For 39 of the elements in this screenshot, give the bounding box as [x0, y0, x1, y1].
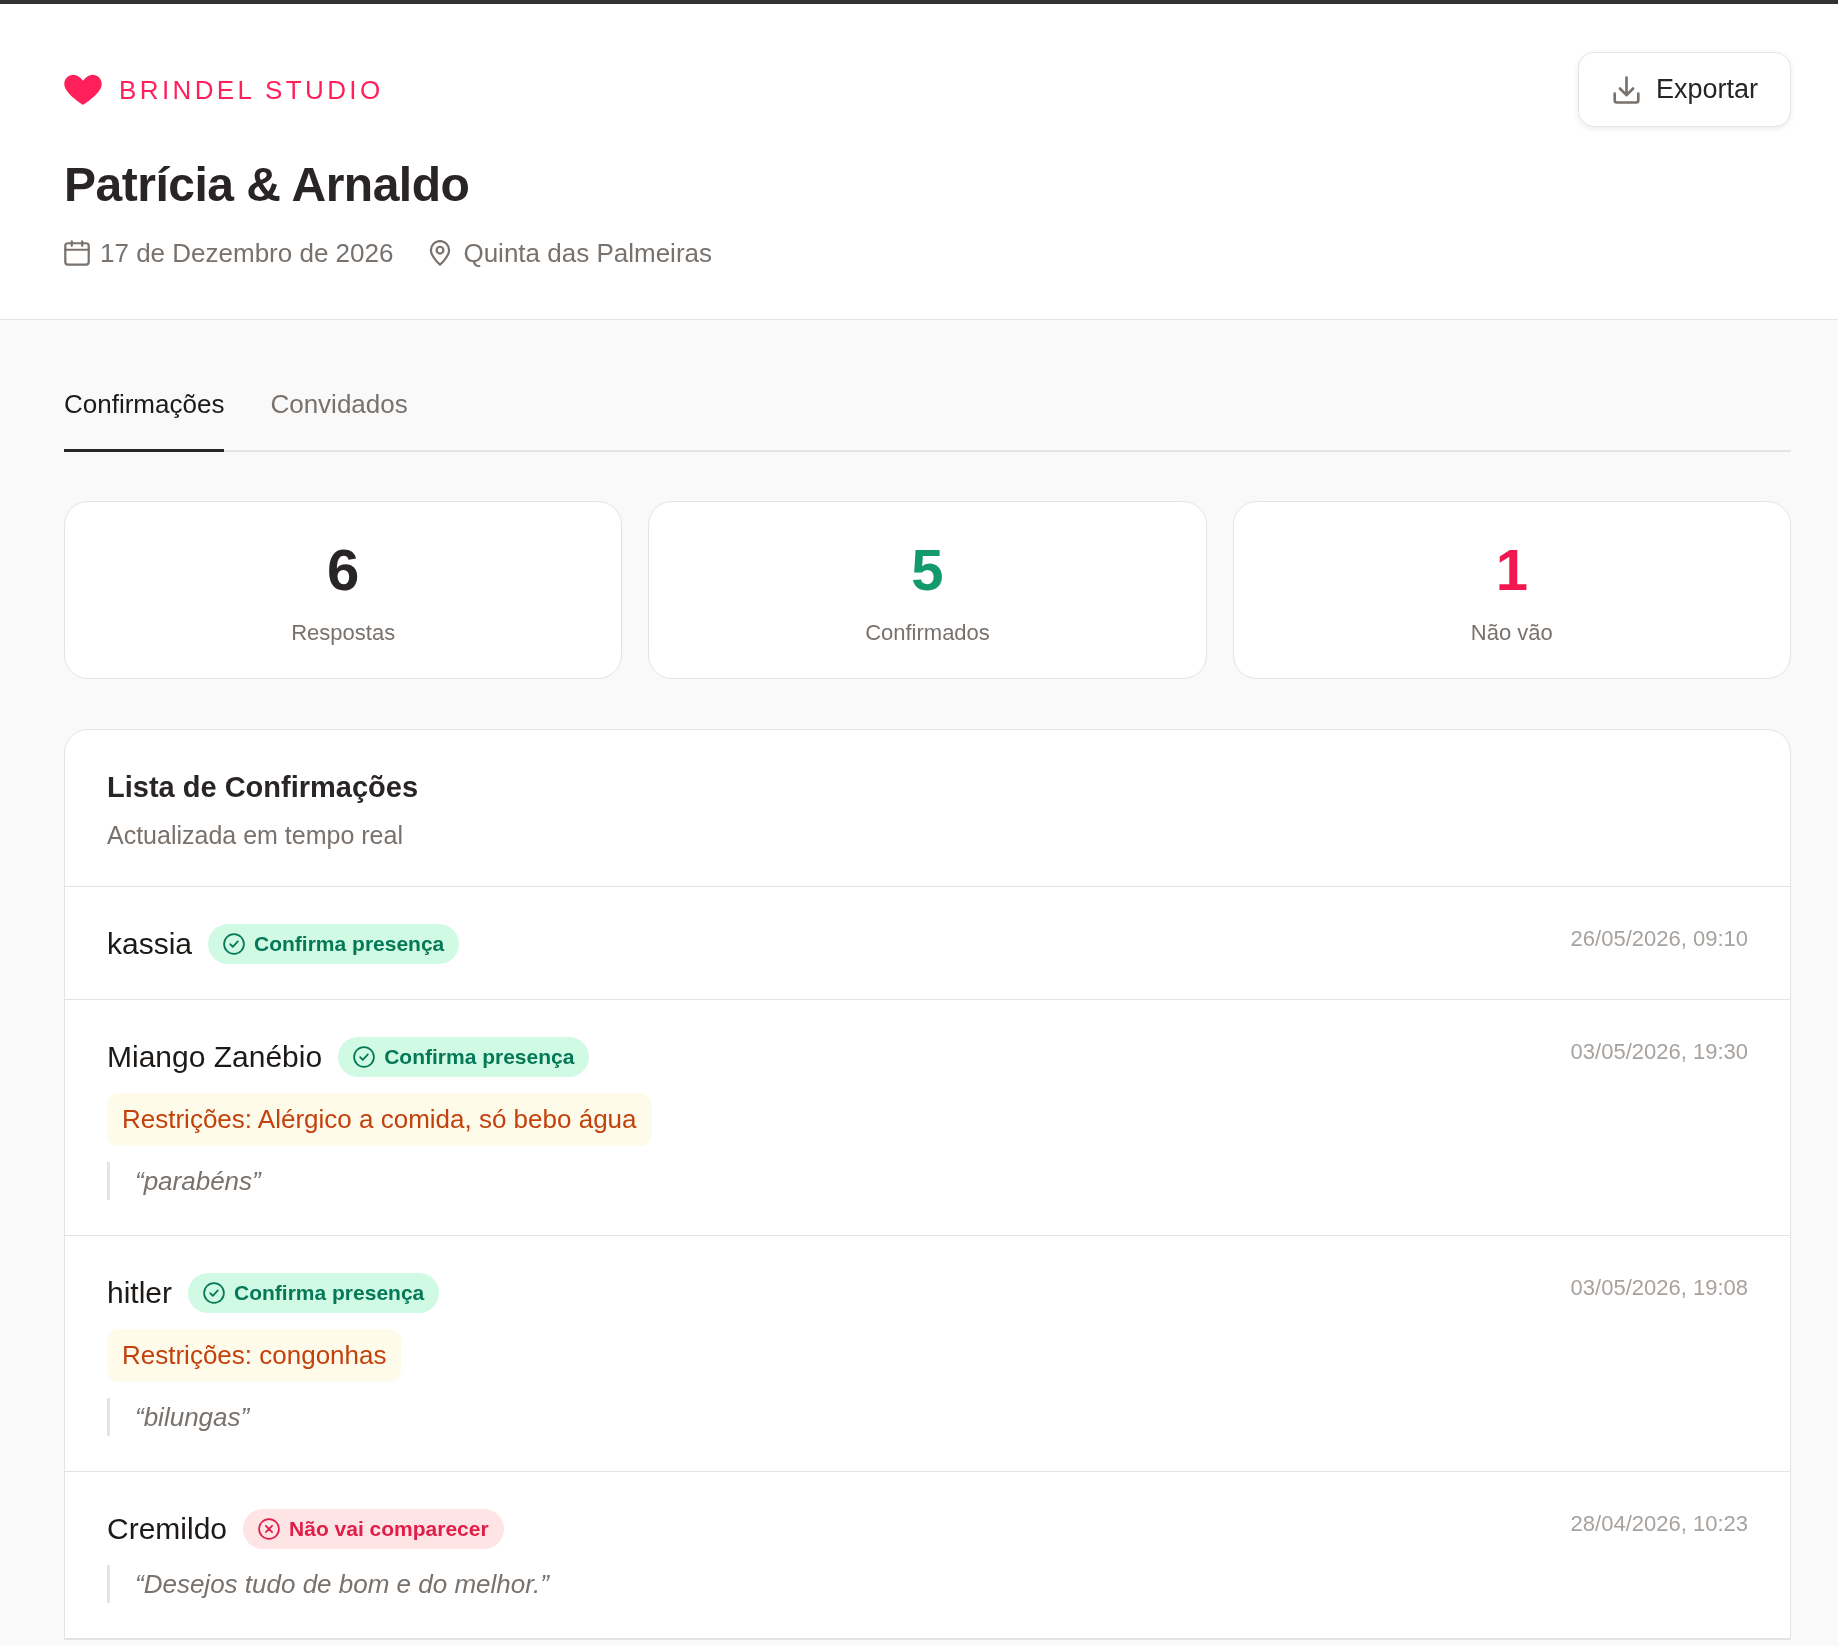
dietary-restriction-note: Restrições: Alérgico a comida, só bebo água: [107, 1093, 652, 1146]
response-timestamp: 28/04/2026, 10:23: [1570, 1510, 1748, 1538]
heart-icon: [64, 74, 102, 105]
response-timestamp: 03/05/2026, 19:08: [1570, 1274, 1748, 1302]
event-venue: Quinta das Palmeiras: [463, 237, 712, 269]
guest-name: Cremildo: [107, 1511, 228, 1547]
guest-message: “parabéns”: [107, 1162, 261, 1200]
stat-label: Não vão: [1470, 619, 1553, 647]
guest-name: kassia: [107, 926, 193, 962]
status-label: Confirma presença: [254, 932, 445, 956]
guest-name: hitler: [107, 1275, 173, 1311]
list-subtitle: Actualizada em tempo real: [107, 820, 404, 851]
event-date: 17 de Dezembro de 2026: [100, 237, 394, 269]
event-title: Patrícia & Arnaldo: [64, 157, 471, 213]
response-timestamp: 03/05/2026, 19:30: [1570, 1038, 1748, 1066]
guest-message: “Desejos tudo de bom e do melhor.”: [107, 1565, 549, 1603]
status-label: Confirma presença: [234, 1281, 425, 1305]
check-circle-icon: [223, 933, 246, 955]
export-button[interactable]: Exportar: [1577, 52, 1791, 127]
calendar-icon: [64, 240, 90, 266]
response-timestamp: 26/05/2026, 09:10: [1570, 925, 1748, 953]
check-circle-icon: [353, 1046, 376, 1068]
stat-label: Confirmados: [865, 619, 990, 647]
tab[interactable]: Confirmações: [64, 388, 225, 452]
guest-name: Miango Zanébio: [107, 1039, 323, 1075]
stat-label: Respostas: [291, 619, 396, 647]
list-title: Lista de Confirmações: [107, 770, 420, 805]
stat-value: 5: [911, 538, 944, 602]
tab[interactable]: Convidados: [270, 388, 408, 452]
stat-value: 1: [1495, 538, 1528, 602]
download-icon: [1612, 75, 1640, 104]
dietary-restriction-note: Restrições: congonhas: [107, 1329, 402, 1382]
x-circle-icon: [258, 1518, 281, 1540]
stat-value: 6: [327, 538, 360, 602]
status-label: Confirma presença: [384, 1045, 575, 1069]
check-circle-icon: [203, 1282, 226, 1304]
status-label: Não vai comparecer: [289, 1517, 489, 1541]
guest-message: “bilungas”: [107, 1398, 250, 1436]
brand-name: BRINDEL STUDIO: [119, 73, 384, 106]
